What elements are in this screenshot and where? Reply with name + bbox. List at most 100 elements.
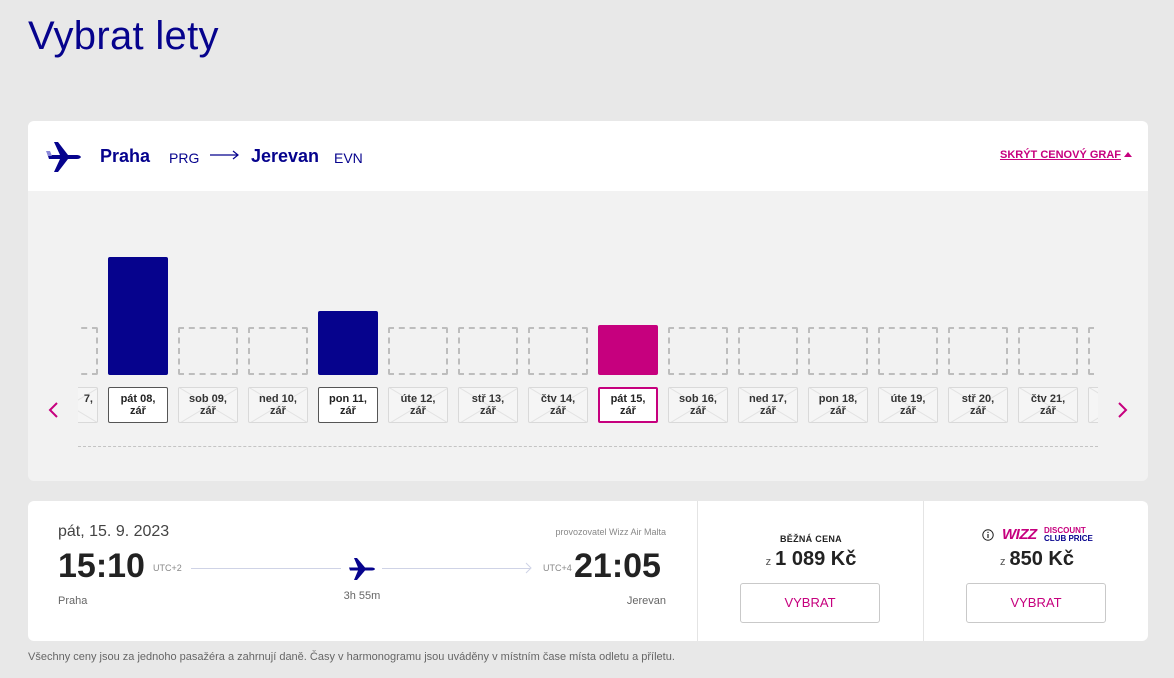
price-bar-empty[interactable] [78,327,98,375]
date-option[interactable]: sob 16, zář [668,387,728,423]
operator-label: provozovatel Wizz Air Malta [555,527,666,537]
hide-price-chart-link[interactable]: SKRÝT CENOVÝ GRAF [1000,149,1132,161]
date-option-day: čtv 14, [540,393,576,405]
price-bar-selected[interactable] [598,325,658,375]
price-amount: 1 089 Kč [775,548,857,570]
price-chart: 7, pát 08, zář sob 09, zář ned 10, zář pon 11, z… [78,191,1098,481]
date-option-day: stř 20, [961,393,995,405]
fare-club: WIZZ DISCOUNT CLUB PRICE z 850 Kč VYBRAT [924,501,1150,641]
price-bar-empty[interactable] [1088,327,1098,375]
date-option[interactable]: pon 11, zář [318,387,378,423]
origin-code: PRG [169,150,200,166]
date-option-month: zář [690,405,706,417]
date-option-day: ned 17, [749,393,787,405]
date-option[interactable]: ned 17, zář [738,387,798,423]
price-bar-empty[interactable] [248,327,308,375]
club-logo-text: DISCOUNT CLUB PRICE [1044,527,1093,543]
arrow-right-icon [210,150,239,160]
destination-city: Jerevan [251,146,320,166]
date-option-month: zář [270,405,286,417]
date-option-day: čtv 21, [1030,393,1066,405]
date-option-day: sob 09, [189,393,227,405]
price-footnote: Všechny ceny jsou za jednoho pasažéra a … [28,651,675,663]
club-logo-line2: CLUB PRICE [1044,534,1093,543]
flight-date: pát, 15. 9. 2023 [58,523,170,540]
price-bar-empty[interactable] [668,327,728,375]
date-option-day: pát 15, [610,393,646,405]
flight-duration: 3h 55m [343,590,381,602]
date-option[interactable]: stř 13, zář [458,387,518,423]
date-option[interactable]: pát 15, zář [598,387,658,423]
select-regular-fare-button[interactable]: VYBRAT [740,583,880,623]
date-option-month: zář [1040,405,1056,417]
date-option-month: zář [760,405,776,417]
route-header: Praha PRG Jerevan EVN SKRÝT CENOVÝ GRAF [28,121,1148,191]
arrival-time: 21:05 [574,547,661,585]
route-card: Praha PRG Jerevan EVN SKRÝT CENOVÝ GRAF … [28,121,1148,481]
date-option-day: 7, [83,393,93,405]
date-option-month: zář [130,405,146,417]
wizz-discount-club-logo: WIZZ DISCOUNT CLUB PRICE [982,526,1102,545]
price-bar-empty[interactable] [738,327,798,375]
price-bar-empty[interactable] [528,327,588,375]
airplane-icon [46,142,81,172]
date-option-day: úte 12, [400,393,436,405]
date-option-month: zář [900,405,916,417]
price-bar-empty[interactable] [388,327,448,375]
fare-club-price: z 850 Kč [924,548,1150,571]
price-bar-empty[interactable] [808,327,868,375]
price-bar-empty[interactable] [1018,327,1078,375]
date-option-month: zář [200,405,216,417]
price-amount: 850 Kč [1009,548,1075,570]
date-option[interactable]: sob 09, zář [178,387,238,423]
date-option[interactable]: úte 12, zář [388,387,448,423]
date-option-day: úte 19, [890,393,926,405]
select-club-fare-button[interactable]: VYBRAT [966,583,1106,623]
price-prefix: z [1000,556,1006,568]
date-option[interactable]: čtv 21, zář [1018,387,1078,423]
flight-card: pát, 15. 9. 2023 provozovatel Wizz Air M… [28,501,1148,641]
date-option-day: pát 08, [120,393,156,405]
fare-regular-price: z1 089 Kč [698,548,924,571]
arrow-right-icon [525,562,532,574]
date-option-month: zář [410,405,426,417]
chart-baseline [78,446,1098,447]
date-option[interactable] [1088,387,1098,423]
date-option-month: zář [970,405,986,417]
chevron-left-icon[interactable] [44,399,64,421]
price-bar-empty[interactable] [948,327,1008,375]
caret-up-icon [1124,152,1132,157]
fare-regular: BĚŽNÁ CENA z1 089 Kč VYBRAT [698,501,924,641]
date-option-month: zář [550,405,566,417]
date-option[interactable]: úte 19, zář [878,387,938,423]
airplane-icon [349,558,375,580]
date-option-day: stř 13, [471,393,505,405]
price-bar-empty[interactable] [458,327,518,375]
date-option[interactable]: pát 08, zář [108,387,168,423]
date-option-month: zář [620,405,636,417]
date-option[interactable]: stř 20, zář [948,387,1008,423]
date-option[interactable]: čtv 14, zář [528,387,588,423]
departure-city: Praha [58,595,88,607]
price-bar[interactable] [108,257,168,375]
date-option-month: zář [340,405,356,417]
date-option-month: zář [480,405,496,417]
departure-utc: UTC+2 [153,563,182,573]
date-option[interactable]: ned 10, zář [248,387,308,423]
origin-city: Praha [100,146,151,166]
price-bar-empty[interactable] [878,327,938,375]
date-option-day: pon 18, [818,393,858,405]
date-option-day: sob 16, [679,393,717,405]
date-option-month: zář [830,405,846,417]
destination-code: EVN [334,150,363,166]
chevron-right-icon[interactable] [1112,399,1132,421]
date-option-day: ned 10, [259,393,297,405]
price-bar-empty[interactable] [178,327,238,375]
date-option[interactable]: 7, [78,387,98,423]
departure-time: 15:10 [58,547,145,585]
hide-price-chart-label: SKRÝT CENOVÝ GRAF [999,149,1121,161]
price-bar[interactable] [318,311,378,375]
date-option[interactable]: pon 18, zář [808,387,868,423]
fare-regular-label: BĚŽNÁ CENA [779,534,842,544]
info-icon[interactable] [982,529,994,541]
